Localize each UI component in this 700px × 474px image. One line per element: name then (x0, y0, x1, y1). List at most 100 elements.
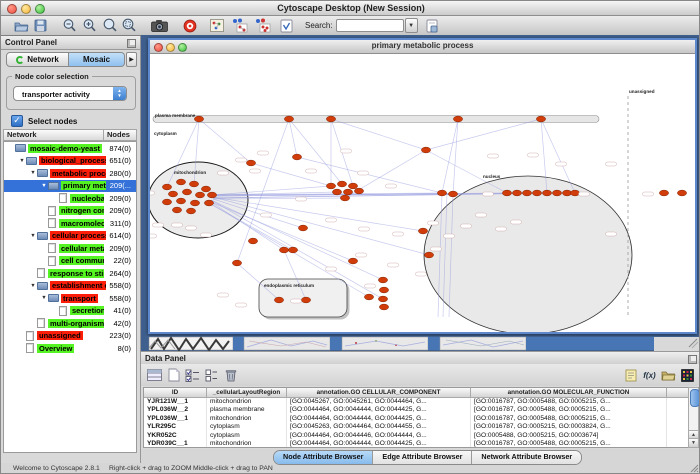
open-folder-icon[interactable] (13, 18, 30, 34)
search-input[interactable] (336, 19, 404, 32)
table-row[interactable]: YPL036W__2plasma membrane[GO:0044464, GO… (144, 406, 688, 414)
help-lifering-icon[interactable] (181, 18, 198, 34)
table-row[interactable]: YPL036W__1mitochondrion[GO:0044464, GO:0… (144, 415, 688, 423)
expander-icon[interactable]: ▼ (29, 233, 37, 239)
dropdown-stepper-icon[interactable]: ▲▼ (113, 87, 126, 100)
node-color-dropdown[interactable]: transporter activity ▲▼ (13, 86, 127, 101)
network-node[interactable] (189, 181, 198, 187)
expander-icon[interactable]: ▼ (40, 295, 48, 301)
scroll-down-arrow[interactable]: ▼ (689, 438, 698, 447)
network-node[interactable] (332, 189, 341, 195)
network-node[interactable] (201, 186, 210, 192)
function-builder-icon[interactable]: f(x) (640, 367, 659, 384)
tree-row[interactable]: response to stimul264(0) (4, 267, 136, 280)
notes-icon[interactable] (621, 367, 640, 384)
expander-icon[interactable]: ▼ (29, 283, 37, 289)
tree-row[interactable]: ▼biological_process651(0) (4, 155, 136, 168)
network-node[interactable] (168, 191, 177, 197)
network-node[interactable] (522, 190, 531, 196)
network-node[interactable] (248, 238, 257, 244)
tree-row[interactable]: ▼metabolic process280(0) (4, 167, 136, 180)
tree-row[interactable]: ▼establishment of lo558(0) (4, 280, 136, 293)
tab-network[interactable]: Network (6, 52, 69, 67)
resize-grip-icon[interactable] (690, 464, 699, 473)
network-node[interactable] (379, 287, 388, 293)
network-node[interactable] (570, 190, 579, 196)
network-node[interactable] (207, 192, 216, 198)
zoom-selected-icon[interactable] (120, 18, 137, 34)
column-header-network[interactable]: Network (3, 129, 103, 141)
expander-icon[interactable]: ▼ (40, 183, 48, 189)
table-scrollbar[interactable]: ▲ ▼ (688, 387, 699, 448)
expander-icon[interactable]: ▼ (29, 170, 37, 176)
tree-row[interactable]: ▼cellular process614(0) (4, 230, 136, 243)
network-node[interactable] (677, 190, 686, 196)
more-tabs-arrow-icon[interactable]: ▶ (126, 52, 137, 67)
network-node[interactable] (186, 208, 195, 214)
tree-row[interactable]: unassigned223(0) (4, 330, 136, 343)
network-node[interactable] (552, 190, 561, 196)
network-node[interactable] (279, 247, 288, 253)
network-node[interactable] (190, 200, 199, 206)
network-node[interactable] (532, 190, 541, 196)
tree-row[interactable]: macromolecule311(0) (4, 217, 136, 230)
table-row[interactable]: YDR039C__1mitochondrion[GO:0044464, GO:0… (144, 440, 688, 448)
network-node[interactable] (176, 198, 185, 204)
network-canvas[interactable]: plasma membranecytoplasmmitochondrionnuc… (150, 53, 695, 332)
save-icon[interactable] (32, 18, 49, 34)
delete-attribute-trash-icon[interactable] (221, 367, 240, 384)
network-node[interactable] (364, 294, 373, 300)
network-node[interactable] (194, 116, 203, 122)
tree-row[interactable]: cell communicat22(0) (4, 255, 136, 268)
network-node[interactable] (536, 116, 545, 122)
heatmap-matrix-icon[interactable] (678, 367, 697, 384)
tree-row[interactable]: Overview8(0) (4, 342, 136, 355)
network-node[interactable] (182, 189, 191, 195)
scrollbar-thumb[interactable] (690, 389, 700, 407)
network-node[interactable] (418, 228, 427, 234)
network-node[interactable] (340, 195, 349, 201)
network-node[interactable] (512, 190, 521, 196)
tree-row[interactable]: mosaic-demo-yeast874(0) (4, 142, 136, 155)
tree-row[interactable]: nitrogen compo209(0) (4, 205, 136, 218)
network-node[interactable] (204, 200, 213, 206)
tree-row[interactable]: ▼primary metabol209(... (4, 180, 136, 193)
table-column-header[interactable]: annotation.GO MOLECULAR_FUNCTION (471, 388, 667, 398)
network-node[interactable] (298, 225, 307, 231)
attribute-table-icon[interactable] (145, 367, 164, 384)
network-node[interactable] (343, 189, 352, 195)
network-node[interactable] (424, 252, 433, 258)
network-node[interactable] (284, 116, 293, 122)
zoom-out-icon[interactable] (61, 18, 78, 34)
network-node[interactable] (274, 297, 283, 303)
float-panel-icon[interactable] (688, 355, 697, 364)
zoom-in-icon[interactable] (81, 18, 98, 34)
select-attributes-icon[interactable] (183, 367, 202, 384)
table-row[interactable]: YKR052Ccytoplasm[GO:0044464, GO:0044446,… (144, 432, 688, 440)
network-node[interactable] (453, 116, 462, 122)
network-node[interactable] (326, 116, 335, 122)
app-titlebar[interactable]: Cytoscape Desktop (New Session) (1, 1, 700, 16)
network-node[interactable] (301, 297, 310, 303)
network-node[interactable] (162, 184, 171, 190)
network-node[interactable] (162, 199, 171, 205)
network-node[interactable] (448, 191, 457, 197)
network-window-titlebar[interactable]: primary metabolic process (150, 40, 695, 54)
column-header-nodes[interactable]: Nodes (103, 129, 137, 141)
annotation-document-icon[interactable] (278, 18, 295, 34)
network-node[interactable] (176, 179, 185, 185)
tree-row[interactable]: nucleobase-209(0) (4, 192, 136, 205)
table-row[interactable]: YLR295Ccytoplasm[GO:0045263, GO:0044464,… (144, 423, 688, 431)
network-node[interactable] (542, 190, 551, 196)
network-node[interactable] (172, 207, 181, 213)
network-node[interactable] (379, 304, 388, 310)
tree-row[interactable]: ▼transport558(0) (4, 292, 136, 305)
select-nodes-checkbox[interactable]: ✓ (11, 115, 23, 127)
float-panel-icon[interactable] (127, 39, 136, 48)
network-node[interactable] (354, 188, 363, 194)
tree-row[interactable]: secretion41(0) (4, 305, 136, 318)
vizmapper-nodes-blue-icon[interactable] (231, 18, 248, 34)
network-node[interactable] (232, 260, 241, 266)
network-node[interactable] (326, 183, 335, 189)
tree-row[interactable]: cellular metabo209(0) (4, 242, 136, 255)
